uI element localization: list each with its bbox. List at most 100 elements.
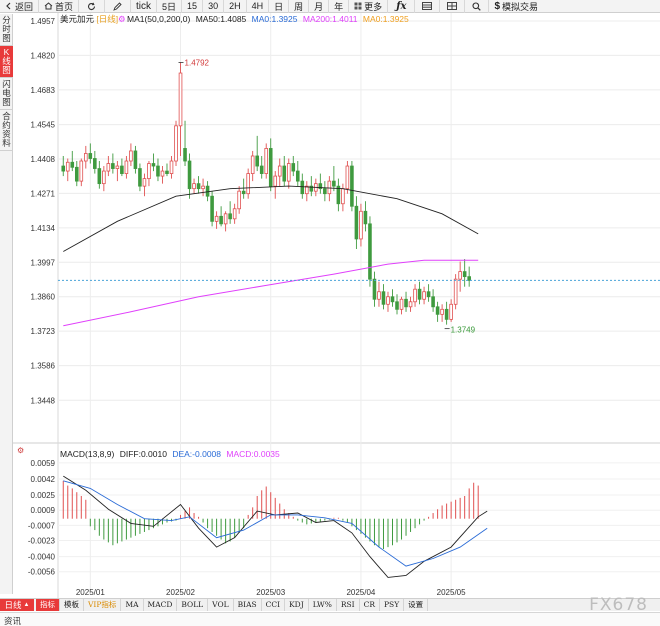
search-button[interactable] xyxy=(465,0,490,13)
candle-body xyxy=(93,158,97,169)
indicator-tab-0[interactable]: 指标 xyxy=(36,598,60,611)
news-label[interactable]: 资讯 xyxy=(4,615,21,626)
candle-body xyxy=(241,190,246,195)
macd-legend-name: MACD(13,8,9) xyxy=(60,449,114,459)
price-tick-label: 1.4545 xyxy=(31,121,56,130)
candle xyxy=(223,211,228,232)
candle xyxy=(246,168,250,199)
candle-body xyxy=(417,288,422,300)
indicator-tab-lw[interactable]: LW% xyxy=(309,598,337,611)
indicator-tab-1[interactable]: 模板 xyxy=(60,598,84,611)
period-up-icon: ▲ xyxy=(23,602,30,608)
legend-ma0-second: MA0:1.3925 xyxy=(363,14,409,24)
candle-body xyxy=(196,183,201,190)
indicator-tab-macd[interactable]: MACD xyxy=(144,598,178,611)
indicator-tab-vol[interactable]: VOL xyxy=(208,598,234,611)
candle-body xyxy=(323,188,327,195)
top-toolbar: 返回 首页 tick 5日 15 30 2H 4H 日 周 月 年 更多 ƒx xyxy=(0,0,660,13)
period-4h[interactable]: 4H xyxy=(247,0,270,13)
period-5day[interactable]: 5日 xyxy=(157,0,183,13)
indicator-tab-boll[interactable]: BOLL xyxy=(177,598,209,611)
indicator-tab-kdj[interactable]: KDJ xyxy=(285,598,309,611)
candle xyxy=(305,181,309,202)
candle xyxy=(102,166,106,192)
sidebar-tab-timeshare[interactable]: 分时图 xyxy=(0,14,13,46)
candle-body xyxy=(350,165,354,207)
sidebar-tab-contract[interactable]: 合约资料 xyxy=(0,110,13,151)
list-button[interactable] xyxy=(415,0,441,13)
indicator-tab-cci[interactable]: CCI xyxy=(262,598,286,611)
candle-body xyxy=(458,271,462,280)
candle xyxy=(345,161,350,194)
period-month[interactable]: 月 xyxy=(309,0,330,13)
candle-body xyxy=(165,170,169,174)
back-button[interactable]: 返回 xyxy=(0,0,40,13)
candle-body xyxy=(300,180,305,195)
sim-trade-button[interactable]: $ 模拟交易 xyxy=(489,0,543,13)
indicator-tab-14[interactable]: 设置 xyxy=(404,598,429,611)
macd-settings-icon[interactable]: ⚙ xyxy=(17,446,24,455)
candle-body xyxy=(210,195,214,222)
sidebar-tab-flash[interactable]: 闪电图 xyxy=(0,78,13,110)
candle xyxy=(467,266,471,287)
indicator-tab-cr[interactable]: CR xyxy=(360,598,381,611)
candle-body xyxy=(273,175,278,187)
multi-window-button[interactable] xyxy=(440,0,466,13)
candle xyxy=(273,171,278,199)
candle-body xyxy=(115,165,120,169)
indicator-tab-vip[interactable]: VIP指标 xyxy=(84,598,122,611)
period-tick[interactable]: tick xyxy=(131,0,158,13)
period-15[interactable]: 15 xyxy=(182,0,204,13)
candle-body xyxy=(341,188,345,205)
candle-body xyxy=(390,296,395,303)
candle-body xyxy=(61,165,66,172)
candle xyxy=(277,158,282,187)
time-tick-label: 2025/04 xyxy=(346,588,375,597)
settings-gear-icon[interactable]: ⚙ xyxy=(118,14,126,24)
period-selector[interactable]: 日线 ▲ xyxy=(0,599,34,611)
candle xyxy=(255,135,259,172)
period-week[interactable]: 周 xyxy=(289,0,310,13)
candle-body xyxy=(205,185,210,197)
price-tick-label: 1.4271 xyxy=(31,189,56,198)
view-sidebar: 分时图 K线图 闪电图 合约资料 xyxy=(0,14,13,594)
candle xyxy=(413,284,417,307)
period-2h[interactable]: 2H xyxy=(224,0,247,13)
more-button[interactable]: 更多 xyxy=(349,0,389,13)
candle-body xyxy=(183,148,187,162)
chart-legend: 美元加元 [日线] xyxy=(60,14,118,24)
candle xyxy=(404,291,408,312)
candle-body xyxy=(237,190,241,210)
indicator-tab-rsi[interactable]: RSI xyxy=(337,598,360,611)
candle xyxy=(341,183,345,212)
sidebar-tab-kline[interactable]: K线图 xyxy=(0,46,13,78)
draw-tool-button[interactable] xyxy=(105,0,132,13)
candle xyxy=(408,296,413,312)
candle-body xyxy=(259,165,264,174)
indicator-tab-ma[interactable]: MA xyxy=(121,598,144,611)
indicator-tab-psy[interactable]: PSY xyxy=(380,598,405,611)
candle xyxy=(74,161,79,187)
candle xyxy=(79,158,84,187)
candle-body xyxy=(65,161,70,172)
period-day[interactable]: 日 xyxy=(269,0,290,13)
candle-body xyxy=(111,163,115,169)
function-button[interactable]: ƒx xyxy=(388,0,416,13)
macd-tick-label: -0.0007 xyxy=(28,521,56,530)
price-tick-label: 1.4957 xyxy=(31,17,56,26)
candle-body xyxy=(201,185,205,190)
home-button[interactable]: 首页 xyxy=(39,0,80,13)
indicator-tab-bias[interactable]: BIAS xyxy=(234,598,262,611)
period-30[interactable]: 30 xyxy=(203,0,225,13)
period-year[interactable]: 年 xyxy=(329,0,350,13)
candle-body xyxy=(431,296,435,308)
candle-body xyxy=(187,160,192,190)
candle xyxy=(205,181,210,202)
kline-chart[interactable]: 1.4957 1.4820 1.4683 1.4545 1.4408 1.4271 1.41… xyxy=(13,13,660,598)
refresh-button[interactable] xyxy=(79,0,106,13)
candle xyxy=(65,158,70,182)
candle xyxy=(386,291,390,312)
indicator-tabs: 指标 模板 VIP指标 MA MACD BOLL VOL BIAS CCI KDJ LW% RSI CR… xyxy=(36,598,660,611)
candle xyxy=(350,161,354,212)
candle xyxy=(151,153,156,172)
